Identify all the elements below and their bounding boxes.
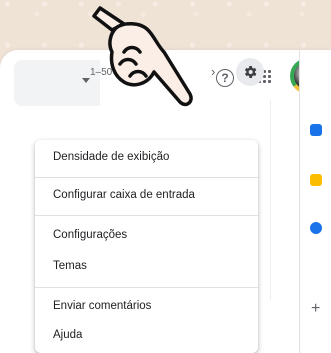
pointing-hand-icon <box>92 6 193 107</box>
menu-divider <box>35 215 258 216</box>
keep-icon[interactable] <box>310 174 322 186</box>
calendar-icon[interactable] <box>310 124 322 136</box>
menu-item-settings[interactable]: Configurações <box>35 220 258 250</box>
gear-icon <box>244 66 257 78</box>
menu-item-help[interactable]: Ajuda <box>35 320 258 350</box>
add-addon-icon[interactable]: + <box>311 300 320 318</box>
help-icon[interactable]: ? <box>216 69 234 87</box>
next-page-icon[interactable]: › <box>211 64 215 79</box>
menu-item-themes[interactable]: Temas <box>35 251 258 281</box>
tasks-icon[interactable] <box>310 222 322 234</box>
menu-item-configure-inbox[interactable]: Configurar caixa de entrada <box>35 180 258 210</box>
inbox-scroll-area[interactable] <box>270 100 301 300</box>
settings-menu: Densidade de exibição Configurar caixa d… <box>35 140 258 353</box>
menu-item-send-feedback[interactable]: Enviar comentários <box>35 291 258 321</box>
menu-divider <box>35 287 258 288</box>
side-panel: + <box>299 50 331 353</box>
settings-button[interactable] <box>236 58 264 86</box>
menu-item-display-density[interactable]: Densidade de exibição <box>35 142 258 172</box>
menu-divider <box>35 177 258 178</box>
